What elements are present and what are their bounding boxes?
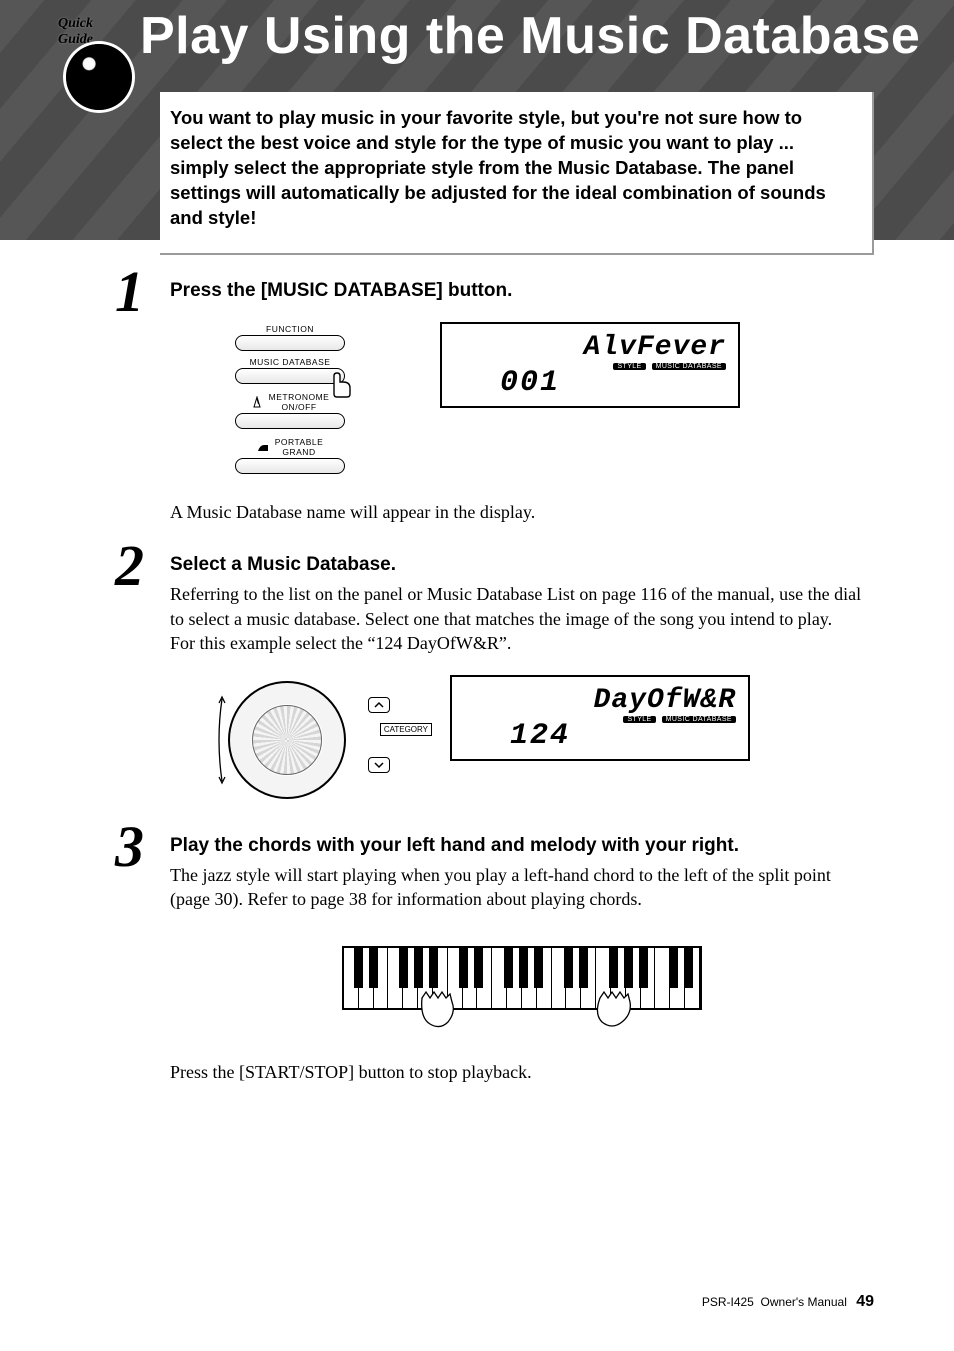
intro-text: You want to play music in your favorite …	[170, 106, 842, 231]
manual-page: Quick Guide Play Using the Music Databas…	[0, 0, 954, 1351]
metronome-icon	[251, 396, 263, 408]
step-heading: Press the [MUSIC DATABASE] button.	[170, 280, 874, 302]
dial-rotate-arrows-icon	[214, 693, 230, 787]
portable-grand-button	[235, 458, 345, 474]
lcd-display-1: AlvFever STYLE MUSIC DATABASE 001	[440, 322, 740, 408]
lcd-tag-style: STYLE	[623, 716, 655, 723]
step1-diagram: FUNCTION MUSIC DATABASE METRONOME ON/OFF	[210, 322, 874, 480]
step-1: 1 Press the [MUSIC DATABASE] button. FUN…	[120, 280, 874, 524]
footer-manual: Owner's Manual	[761, 1295, 847, 1309]
metronome-button	[235, 413, 345, 429]
piano-icon	[257, 441, 269, 453]
step3-after-text: Press the [START/STOP] button to stop pl…	[170, 1060, 874, 1084]
page-header: Quick Guide Play Using the Music Databas…	[0, 0, 954, 240]
metronome-label: METRONOME ON/OFF	[269, 392, 330, 412]
step-number: 1	[115, 258, 144, 325]
lcd-display-2: DayOfW&R STYLE MUSIC DATABASE 124	[450, 675, 750, 761]
function-label: FUNCTION	[210, 324, 370, 334]
lcd-tag-style: STYLE	[613, 363, 645, 370]
step-number: 3	[115, 813, 144, 880]
dial-inner	[252, 705, 322, 775]
lcd-tag-mdb: MUSIC DATABASE	[652, 363, 726, 370]
chevron-up-icon	[374, 701, 384, 709]
lcd-name: DayOfW&R	[464, 685, 736, 716]
lcd-number: 001	[500, 366, 560, 400]
quick-guide-badge: Quick Guide	[30, 10, 130, 110]
lcd-tags: STYLE MUSIC DATABASE	[464, 716, 736, 723]
intro-box: You want to play music in your favorite …	[160, 92, 874, 255]
chevron-down-icon	[374, 761, 384, 769]
page-number: 49	[856, 1293, 874, 1310]
music-database-label: MUSIC DATABASE	[210, 357, 370, 367]
lcd-number: 124	[510, 719, 570, 753]
badge-icon	[66, 44, 132, 110]
lcd-name: AlvFever	[454, 332, 726, 363]
keyboard	[342, 946, 702, 1010]
step2-body: Referring to the list on the panel or Mu…	[170, 582, 874, 655]
step-heading: Play the chords with your left hand and …	[170, 835, 874, 857]
music-database-button	[235, 368, 345, 384]
lcd-tags: STYLE MUSIC DATABASE	[454, 363, 726, 370]
category-down-button	[368, 757, 390, 773]
function-button	[235, 335, 345, 351]
step-number: 2	[115, 532, 144, 599]
step-3: 3 Play the chords with your left hand an…	[120, 835, 874, 1084]
page-footer: PSR-I425 Owner's Manual 49	[702, 1293, 874, 1311]
lcd-tag-mdb: MUSIC DATABASE	[662, 716, 736, 723]
step3-body: The jazz style will start playing when y…	[170, 863, 874, 912]
button-panel-illustration: FUNCTION MUSIC DATABASE METRONOME ON/OFF	[210, 322, 370, 480]
black-keys	[344, 948, 700, 988]
portable-grand-label: PORTABLE GRAND	[275, 437, 324, 457]
step1-after-text: A Music Database name will appear in the…	[170, 500, 874, 524]
data-dial-illustration: CATEGORY	[210, 675, 380, 805]
category-up-button	[368, 697, 390, 713]
category-label: CATEGORY	[380, 723, 432, 736]
quick-guide-label: Quick Guide	[58, 16, 130, 48]
keyboard-illustration: ♪ 𝄞 Split Point ▼ ♪ ♫	[342, 946, 702, 1010]
page-title: Play Using the Music Database	[140, 6, 920, 66]
step-2: 2 Select a Music Database. Referring to …	[120, 554, 874, 805]
footer-product: PSR-I425	[702, 1295, 754, 1309]
step2-diagram: CATEGORY DayOfW&R STYLE MUSIC DATABASE 1…	[210, 675, 874, 805]
step-heading: Select a Music Database.	[170, 554, 874, 576]
left-hand-icon	[412, 990, 468, 1038]
right-hand-icon	[582, 990, 638, 1038]
